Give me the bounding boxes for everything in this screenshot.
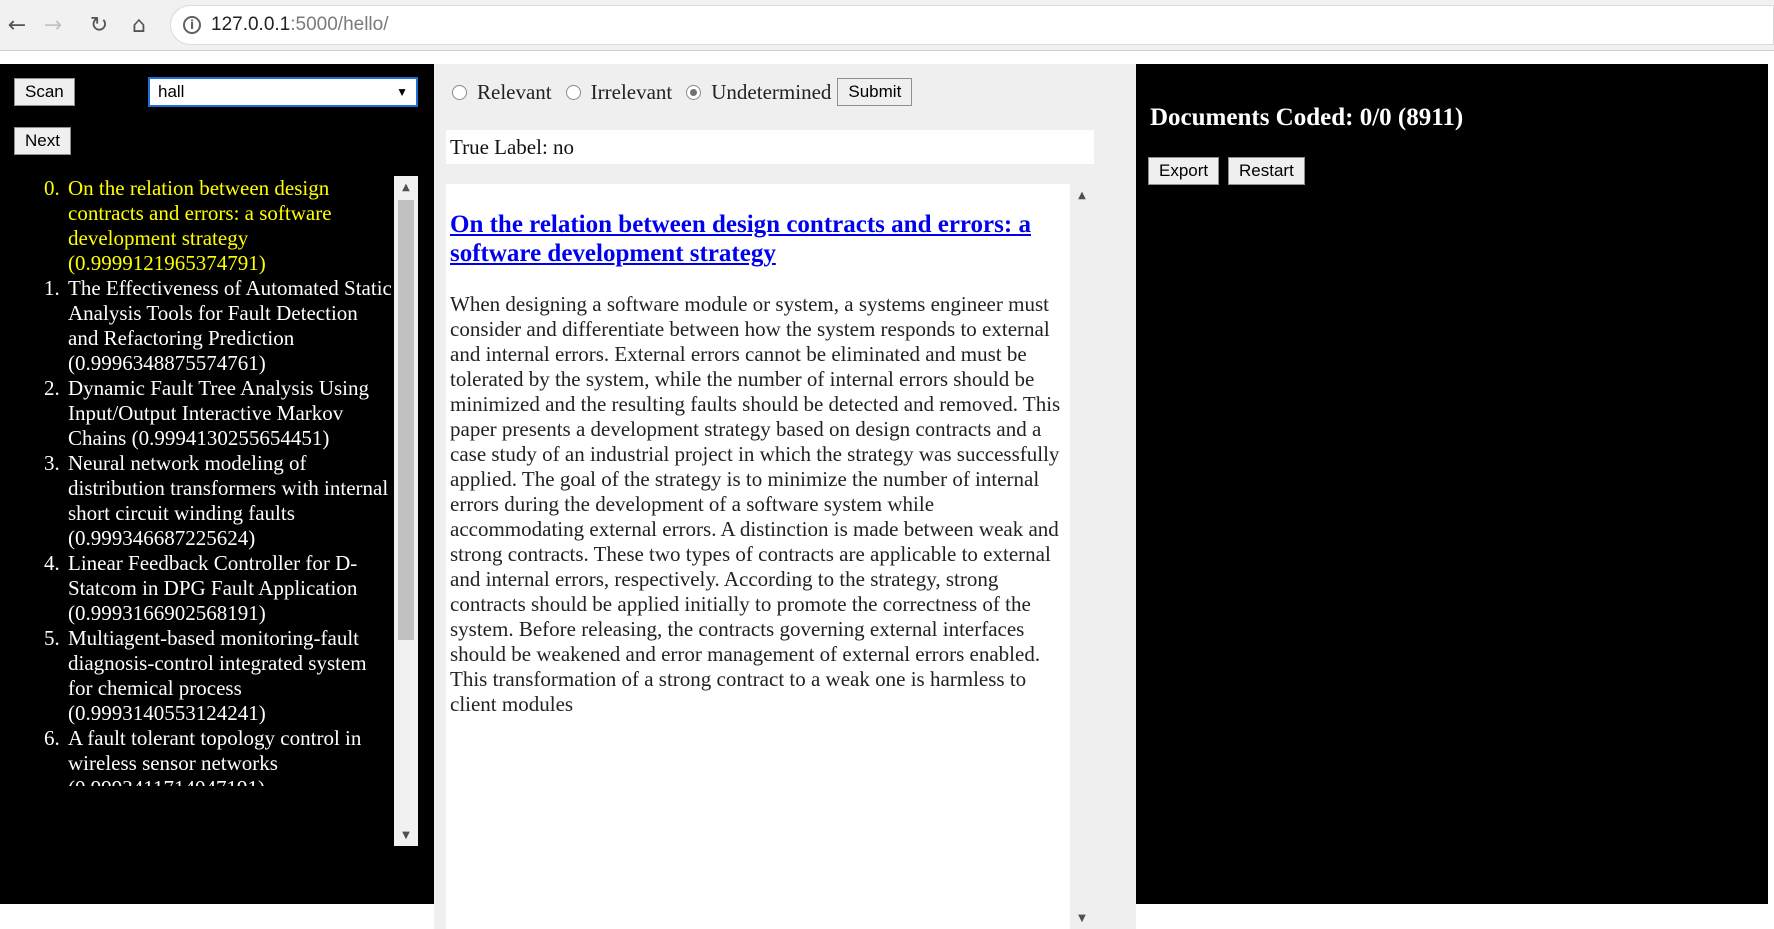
scrollbar-thumb[interactable] [398,200,414,640]
radio-irrelevant-label: Irrelevant [590,79,673,104]
radio-irrelevant[interactable] [565,84,581,100]
documents-coded-status: Documents Coded: 0/0 (8911) [1150,104,1464,131]
result-text: A fault tolerant topology control in wir… [68,726,362,786]
chevron-down-icon: ▼ [396,85,408,99]
result-item[interactable]: 5. Multiagent-based monitoring-fault diag… [44,626,392,726]
document-scrollbar[interactable]: ▲ ▼ [1070,184,1094,929]
back-icon[interactable]: ← [2,10,32,40]
radio-undetermined[interactable] [686,84,702,100]
next-button[interactable]: Next [14,127,71,155]
result-text: On the relation between design contracts… [68,176,332,275]
url-text[interactable]: 127.0.0.1:5000/hello/ [211,14,389,36]
scan-button[interactable]: Scan [14,78,75,106]
forward-icon[interactable]: → [38,10,68,40]
result-text: Neural network modeling of distribution … [68,451,389,550]
result-number: 2. [44,376,60,400]
result-item[interactable]: 6. A fault tolerant topology control in w… [44,726,392,786]
result-number: 6. [44,726,60,750]
result-number: 1. [44,276,60,300]
result-item[interactable]: 1. The Effectiveness of Automated Static … [44,276,392,376]
result-item[interactable]: 4. Linear Feedback Controller for D-Statc… [44,551,392,626]
left-panel: Scan hall ▼ Next 0. On the relation betwe… [0,64,434,904]
export-button[interactable]: Export [1148,157,1220,185]
middle-panel: Relevant Irrelevant Undetermined Submit … [434,64,1136,929]
document-title-link[interactable]: On the relation between design contracts… [450,210,1070,268]
select-value: hall [158,82,185,101]
url-path: :5000/hello/ [290,14,389,35]
document-viewer: On the relation between design contracts… [446,184,1070,929]
result-number: 3. [44,451,60,475]
home-icon[interactable]: ⌂ [124,10,154,40]
document-abstract: When designing a software module or syst… [450,292,1061,716]
reload-icon[interactable]: ↻ [84,10,114,40]
results-scrollbar[interactable]: ▲ ▼ [394,176,418,846]
scroll-up-icon[interactable]: ▲ [394,176,418,198]
scroll-down-icon[interactable]: ▼ [394,824,418,846]
right-panel: Documents Coded: 0/0 (8911) Export Resta… [1136,64,1768,904]
restart-button[interactable]: Restart [1228,157,1305,185]
scroll-down-icon[interactable]: ▼ [1070,907,1094,929]
result-text: Linear Feedback Controller for D-Statcom… [68,551,358,625]
radio-relevant-label: Relevant [477,79,552,104]
radio-relevant[interactable] [452,84,467,100]
result-number: 0. [44,176,60,200]
results-list: 0. On the relation between design contrac… [8,176,392,786]
result-number: 5. [44,626,60,650]
result-text: Multiagent-based monitoring-fault diagno… [68,626,367,725]
results-ordered-list: 0. On the relation between design contrac… [8,176,392,786]
address-bar[interactable]: i 127.0.0.1:5000/hello/ [170,5,1774,45]
search-select[interactable]: hall ▼ [148,77,418,107]
result-item[interactable]: 3. Neural network modeling of distributio… [44,451,392,551]
result-text: The Effectiveness of Automated Static An… [68,276,392,375]
label-radio-group: Relevant Irrelevant Undetermined Submit [452,78,913,106]
result-number: 4. [44,551,60,575]
result-item[interactable]: 0. On the relation between design contrac… [44,176,392,276]
url-host: 127.0.0.1 [211,14,291,35]
info-icon[interactable]: i [183,16,201,34]
scroll-up-icon[interactable]: ▲ [1070,184,1094,206]
radio-undetermined-label: Undetermined [711,79,832,104]
true-label: True Label: no [446,130,1094,164]
submit-button[interactable]: Submit [837,78,913,106]
result-item[interactable]: 2. Dynamic Fault Tree Analysis Using Inpu… [44,376,392,451]
result-text: Dynamic Fault Tree Analysis Using Input/… [68,376,370,450]
browser-toolbar: ← → ↻ ⌂ i 127.0.0.1:5000/hello/ [0,0,1774,51]
